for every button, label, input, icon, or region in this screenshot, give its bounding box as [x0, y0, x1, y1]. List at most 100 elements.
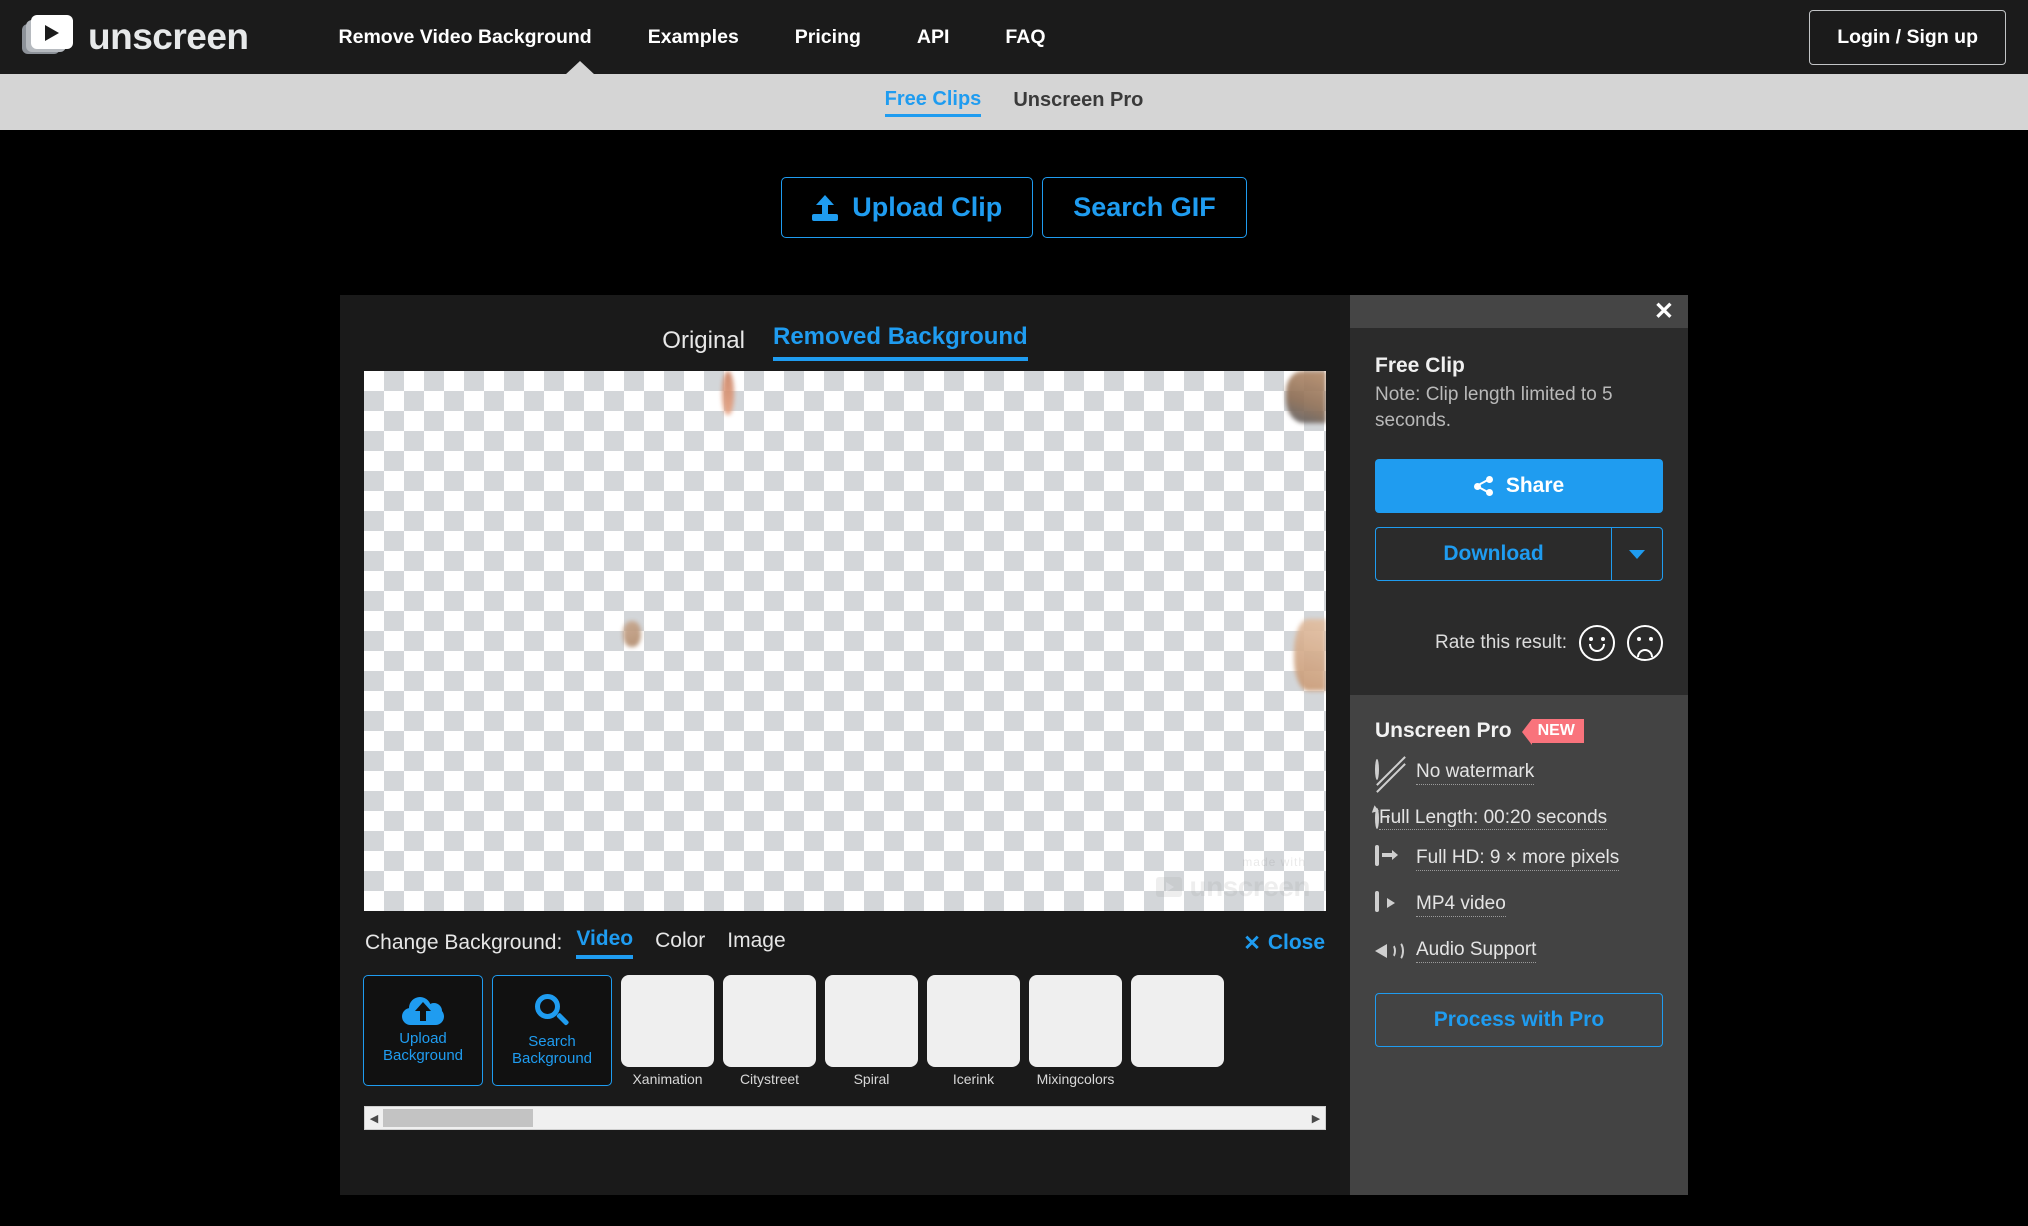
background-strip-scrollbar[interactable]: ◀ ▶	[364, 1106, 1326, 1130]
background-thumbnail-strip[interactable]: Upload Background Search Background Xanima…	[363, 975, 1327, 1100]
scrollbar-thumb[interactable]	[383, 1109, 533, 1127]
share-label: Share	[1505, 474, 1565, 498]
logo-wordmark: unscreen	[88, 16, 249, 57]
video-icon	[1375, 891, 1403, 921]
panel-title: Free Clip	[1375, 354, 1465, 377]
pro-header: Unscreen Pro NEW	[1375, 719, 1663, 746]
pro-feature-label: Full HD: 9 × more pixels	[1416, 847, 1620, 872]
subject-fragment	[1286, 371, 1326, 423]
rate-result-row: Rate this result:	[1350, 581, 1688, 695]
search-background-button[interactable]: Search Background	[492, 975, 612, 1086]
primary-actions: Upload Clip Search GIF	[0, 130, 2028, 238]
preview-watermark: made with unscreen	[1155, 855, 1311, 903]
background-thumb-icerink[interactable]: Icerink	[927, 975, 1020, 1087]
login-signup-button[interactable]: Login / Sign up	[1809, 9, 2006, 65]
hd-monitor-icon	[1375, 845, 1403, 875]
scroll-right-arrow-icon[interactable]: ▶	[1307, 1112, 1325, 1125]
pro-title: Unscreen Pro	[1375, 719, 1512, 743]
close-background-picker-button[interactable]: ✕ Close	[1243, 931, 1325, 956]
logo[interactable]: unscreen	[22, 14, 249, 60]
background-thumb-spiral[interactable]: Spiral	[825, 975, 918, 1087]
video-preview-canvas[interactable]: made with unscreen	[364, 371, 1326, 911]
rate-negative-icon[interactable]	[1627, 625, 1663, 662]
subject-fragment	[1294, 619, 1326, 691]
close-icon[interactable]: ✕	[1654, 299, 1674, 324]
watermark-logo-icon	[1155, 877, 1182, 897]
thumbnail-image	[621, 975, 714, 1067]
subnav-item-unscreen-pro[interactable]: Unscreen Pro	[1013, 89, 1143, 115]
unscreen-pro-section: Unscreen Pro NEW No watermark Full Lengt…	[1350, 695, 1688, 1195]
unscreen-logo-icon	[22, 14, 74, 60]
watermark-label: unscreen	[1189, 871, 1311, 902]
process-with-pro-button[interactable]: Process with Pro	[1375, 993, 1663, 1048]
nav-link-faq[interactable]: FAQ	[977, 26, 1073, 49]
scrollbar-track[interactable]	[383, 1107, 1307, 1129]
pro-feature-label: Audio Support	[1416, 939, 1537, 964]
bg-tab-image[interactable]: Image	[727, 929, 785, 957]
thumbnail-caption: Icerink	[952, 1071, 995, 1087]
nav-link-api[interactable]: API	[889, 26, 978, 49]
bg-tab-video[interactable]: Video	[576, 927, 634, 959]
cloud-upload-icon	[402, 996, 444, 1025]
panel-header: ✕	[1350, 295, 1688, 328]
panel-note: Note: Clip length limited to 5 seconds.	[1375, 384, 1613, 431]
pro-feature-mp4: MP4 video	[1375, 891, 1663, 921]
pro-feature-label: No watermark	[1416, 761, 1535, 786]
background-thumb-citystreet[interactable]: Citystreet	[723, 975, 816, 1087]
share-button[interactable]: Share	[1375, 459, 1663, 514]
x-icon: ✕	[1243, 931, 1261, 955]
background-thumb-xanimation[interactable]: Xanimation	[621, 975, 714, 1087]
background-thumb-mixingcolors[interactable]: Mixingcolors	[1029, 975, 1122, 1087]
nav-link-pricing[interactable]: Pricing	[767, 26, 889, 49]
subject-fragment	[623, 621, 641, 647]
chevron-down-icon	[1629, 549, 1645, 559]
thumbnail-image	[1029, 975, 1122, 1067]
scroll-left-arrow-icon[interactable]: ◀	[365, 1112, 383, 1125]
pro-feature-label: Full Length: 00:20 seconds	[1379, 807, 1608, 831]
upload-clip-button[interactable]: Upload Clip	[781, 177, 1034, 238]
pro-feature-full-length: Full Length: 00:20 seconds	[1375, 807, 1663, 831]
thumbnail-image	[723, 975, 816, 1067]
pro-feature-audio: Audio Support	[1375, 939, 1663, 967]
thumbnail-caption: Xanimation	[632, 1071, 703, 1087]
rate-positive-icon[interactable]	[1579, 625, 1615, 662]
upload-background-label: Upload Background	[382, 1029, 464, 1064]
subject-fragment	[722, 371, 734, 415]
tab-original[interactable]: Original	[662, 327, 745, 361]
new-badge: NEW	[1521, 719, 1584, 746]
rate-label: Rate this result:	[1435, 632, 1567, 654]
nav-link-remove-video-background[interactable]: Remove Video Background	[311, 26, 620, 49]
top-navigation-bar: unscreen Remove Video Background Example…	[0, 0, 2028, 74]
change-background-toolbar: Change Background: Video Color Image ✕ C…	[363, 911, 1327, 975]
close-label: Close	[1267, 931, 1325, 954]
share-icon	[1473, 476, 1494, 497]
result-side-panel: ✕ Free Clip Note: Clip length limited to…	[1350, 295, 1688, 1195]
clock-icon	[1375, 808, 1379, 830]
upload-background-button[interactable]: Upload Background	[363, 975, 483, 1086]
thumbnail-image	[825, 975, 918, 1067]
change-background-label: Change Background:	[365, 931, 563, 954]
pro-feature-full-hd: Full HD: 9 × more pixels	[1375, 845, 1663, 875]
pro-feature-label: MP4 video	[1416, 893, 1506, 918]
download-options-button[interactable]	[1611, 527, 1663, 582]
editor-card: Original Removed Background made with un…	[340, 295, 1688, 1195]
thumbnail-caption: Spiral	[853, 1071, 890, 1087]
speaker-icon	[1375, 939, 1404, 967]
download-button-group: Download	[1375, 527, 1663, 582]
upload-clip-label: Upload Clip	[852, 192, 1003, 222]
editor-left-pane: Original Removed Background made with un…	[340, 295, 1350, 1195]
pro-feature-no-watermark: No watermark	[1375, 759, 1663, 789]
search-gif-button[interactable]: Search GIF	[1042, 177, 1247, 238]
nav-link-examples[interactable]: Examples	[620, 26, 767, 49]
subnav-item-free-clips[interactable]: Free Clips	[884, 88, 982, 117]
thumbnail-caption: Mixingcolors	[1036, 1071, 1115, 1087]
download-button[interactable]: Download	[1375, 527, 1611, 582]
bg-tab-color[interactable]: Color	[655, 929, 705, 957]
primary-nav: Remove Video Background Examples Pricing…	[311, 26, 1074, 49]
search-background-label: Search Background	[511, 1032, 593, 1067]
background-thumb-partial[interactable]	[1131, 975, 1224, 1071]
magnifier-icon	[535, 993, 570, 1028]
tab-removed-background[interactable]: Removed Background	[772, 323, 1028, 361]
no-watermark-icon	[1375, 759, 1403, 789]
upload-icon	[812, 194, 839, 221]
